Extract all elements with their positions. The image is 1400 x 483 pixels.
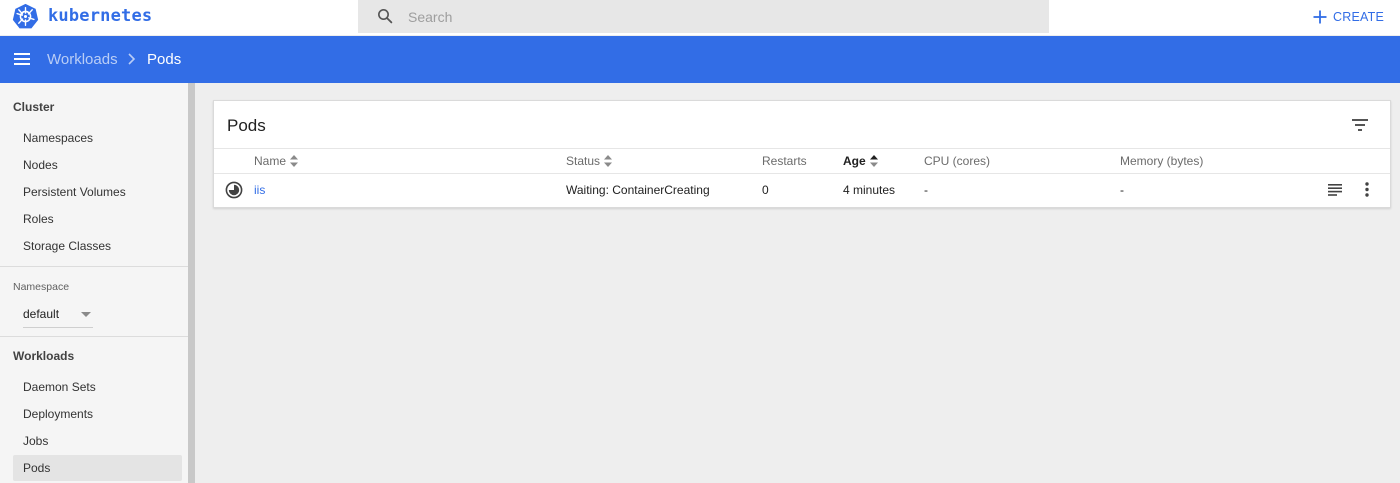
- column-header-label: Status: [566, 154, 601, 168]
- pod-memory: -: [1120, 183, 1124, 197]
- column-header-memory: Memory (bytes): [1120, 154, 1203, 168]
- filter-icon[interactable]: [1352, 118, 1368, 132]
- logs-icon[interactable]: [1328, 184, 1342, 196]
- pod-status: Waiting: ContainerCreating: [566, 183, 710, 197]
- card-title: Pods: [227, 116, 266, 135]
- column-header-cpu: CPU (cores): [924, 154, 990, 168]
- sidebar: Cluster Namespaces Nodes Persistent Volu…: [0, 83, 188, 483]
- sort-icon[interactable]: [604, 155, 613, 167]
- search-bar[interactable]: [358, 0, 1049, 33]
- sort-ascending-icon[interactable]: [869, 155, 878, 167]
- row-divider: [214, 173, 1390, 174]
- breadcrumb-toolbar: Workloads Pods: [0, 36, 1400, 83]
- more-vert-icon[interactable]: [1365, 182, 1369, 197]
- sidebar-item-roles[interactable]: Roles: [13, 206, 182, 232]
- brand-name: kubernetes: [48, 6, 153, 26]
- pending-icon: [225, 181, 243, 199]
- pod-restarts: 0: [762, 183, 769, 197]
- namespace-label: Namespace: [13, 281, 70, 293]
- create-button-label: CREATE: [1333, 9, 1384, 24]
- sidebar-item-deployments[interactable]: Deployments: [13, 401, 182, 427]
- sidebar-item-nodes[interactable]: Nodes: [13, 152, 182, 178]
- pod-age: 4 minutes: [843, 183, 896, 197]
- plus-icon: [1313, 10, 1327, 23]
- breadcrumb-pods: Pods: [147, 51, 182, 68]
- kubernetes-logo-icon[interactable]: [12, 3, 39, 30]
- pods-card: Pods Name Status Restarts Age CPU (cores…: [213, 100, 1391, 208]
- sort-icon[interactable]: [290, 155, 299, 167]
- column-header-label: Restarts: [762, 154, 807, 168]
- sidebar-item-jobs[interactable]: Jobs: [13, 428, 182, 454]
- namespace-select[interactable]: default: [23, 302, 93, 328]
- chevron-right-icon: [128, 53, 136, 65]
- sidebar-item-namespaces[interactable]: Namespaces: [13, 125, 182, 151]
- sidebar-heading-cluster[interactable]: Cluster: [13, 100, 54, 114]
- column-header-label: Age: [843, 154, 866, 168]
- sidebar-item-pods[interactable]: Pods: [13, 455, 182, 481]
- pod-cpu: -: [924, 183, 928, 197]
- sidebar-divider: [0, 266, 188, 267]
- search-input[interactable]: [408, 0, 1028, 33]
- search-icon: [378, 9, 393, 24]
- create-button[interactable]: CREATE: [1313, 0, 1384, 33]
- namespace-value: default: [23, 307, 60, 321]
- sidebar-heading-workloads[interactable]: Workloads: [13, 349, 74, 363]
- column-header-name[interactable]: Name: [254, 154, 299, 168]
- header-divider: [214, 148, 1390, 149]
- sidebar-scrollbar[interactable]: [188, 83, 195, 483]
- sidebar-item-daemon-sets[interactable]: Daemon Sets: [13, 374, 182, 400]
- column-header-restarts: Restarts: [762, 154, 807, 168]
- breadcrumb-workloads[interactable]: Workloads: [47, 51, 118, 68]
- pod-name-link[interactable]: iis: [254, 183, 265, 197]
- dropdown-caret-icon: [81, 312, 91, 317]
- top-bar: kubernetes CREATE: [0, 0, 1400, 35]
- column-header-age[interactable]: Age: [843, 154, 878, 168]
- column-header-label: CPU (cores): [924, 154, 991, 168]
- sidebar-item-persistent-volumes[interactable]: Persistent Volumes: [13, 179, 182, 205]
- column-header-label: Memory (bytes): [1120, 154, 1204, 168]
- sidebar-divider: [0, 336, 188, 337]
- sidebar-item-storage-classes[interactable]: Storage Classes: [13, 233, 182, 259]
- menu-icon[interactable]: [14, 52, 30, 66]
- column-header-status[interactable]: Status: [566, 154, 613, 168]
- column-header-label: Name: [254, 154, 287, 168]
